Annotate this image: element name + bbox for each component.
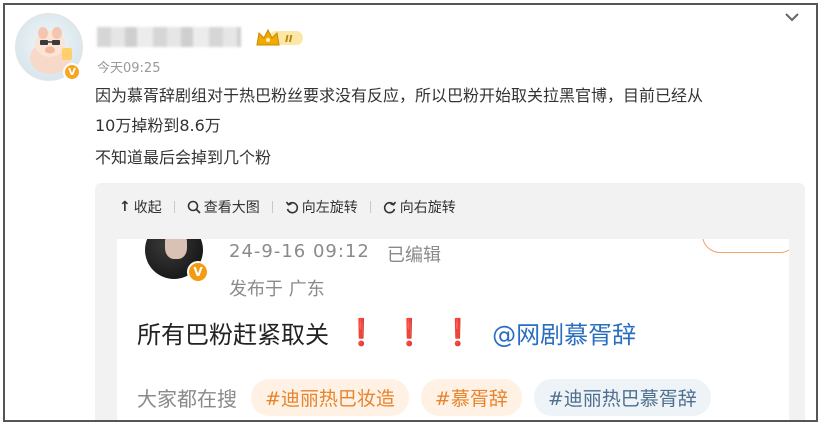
rotate-right-button[interactable]: 向右旋转 bbox=[383, 197, 456, 217]
post-text-line: 不知道最后会掉到几个粉 bbox=[95, 148, 272, 167]
rotate-right-icon bbox=[383, 201, 396, 214]
exclamation-icon: ❗ bbox=[345, 317, 378, 348]
trending-search-label: 大家都在搜 bbox=[137, 387, 237, 411]
rotate-left-label: 向左旋转 bbox=[301, 200, 358, 216]
username-blurred[interactable] bbox=[97, 27, 241, 47]
screenshot-location: 发布于 广东 bbox=[229, 279, 325, 300]
crown-rank-badge-icon[interactable]: II bbox=[255, 27, 305, 49]
rotate-left-button[interactable]: 向左旋转 bbox=[285, 197, 358, 217]
exclamation-icon: ❗ bbox=[441, 317, 475, 348]
chevron-down-icon[interactable] bbox=[782, 9, 802, 25]
screenshot-edited-label: 已编辑 bbox=[387, 245, 441, 266]
view-large-label: 查看大图 bbox=[203, 200, 260, 216]
screenshot-mention: @网剧慕胥辞 bbox=[492, 321, 637, 349]
screenshot-verified-icon: V bbox=[187, 261, 209, 283]
post-body: 因为慕胥辞剧组对于热巴粉丝要求没有反应，所以巴粉开始取关拉黑官博，目前已经从 1… bbox=[95, 81, 805, 173]
post-timestamp: 今天09:25 bbox=[97, 61, 161, 76]
toolbar-divider bbox=[369, 201, 371, 213]
verified-badge-icon: V bbox=[63, 63, 81, 81]
embedded-screenshot[interactable]: V 24-9-16 09:12 已编辑 发布于 广东 所有巴粉赶紧取关 ❗ ❗ … bbox=[117, 239, 789, 420]
screenshot-content: 所有巴粉赶紧取关 ❗ ❗ ❗ @网剧慕胥辞 bbox=[137, 315, 636, 350]
trending-tag: #迪丽热巴慕胥辞 bbox=[533, 379, 711, 416]
rank-badge-label: II bbox=[285, 34, 293, 45]
arrow-up-icon: ↑ bbox=[119, 199, 131, 215]
screenshot-content-text: 所有巴粉赶紧取关 bbox=[137, 321, 329, 349]
screenshot-date: 24-9-16 09:12 bbox=[229, 241, 370, 262]
toolbar-divider bbox=[173, 201, 175, 213]
post-text-line: 因为慕胥辞剧组对于热巴粉丝要求没有反应，所以巴粉开始取关拉黑官博，目前已经从 bbox=[95, 86, 704, 105]
exclamation-icon: ❗ bbox=[393, 317, 426, 348]
screenshot-trending-search: 大家都在搜 #迪丽热巴妆造 #慕胥辞 #迪丽热巴慕胥辞 bbox=[137, 379, 723, 416]
collapse-label: 收起 bbox=[133, 200, 162, 216]
image-toolbar: ↑ 收起 查看大图 向左旋转 向右旋转 bbox=[119, 197, 456, 217]
weibo-post-card: V II 今天09:25 因为慕胥辞剧组对于热巴粉丝要求没有反应，所以巴粉开始取… bbox=[3, 3, 818, 422]
image-viewer: ↑ 收起 查看大图 向左旋转 向右旋转 V 24-9-16 09:12 已编辑 … bbox=[95, 183, 805, 420]
view-large-button[interactable]: 查看大图 bbox=[187, 197, 260, 217]
trending-tag: #慕胥辞 bbox=[420, 379, 522, 416]
rotate-right-label: 向右旋转 bbox=[399, 200, 456, 216]
rotate-left-icon bbox=[285, 201, 298, 214]
post-text-line: 10万掉粉到8.6万 bbox=[95, 116, 221, 135]
collapse-button[interactable]: ↑ 收起 bbox=[119, 197, 162, 217]
toolbar-divider bbox=[271, 201, 273, 213]
magnifier-icon bbox=[187, 200, 201, 214]
trending-tag: #迪丽热巴妆造 bbox=[251, 379, 409, 416]
screenshot-follow-button bbox=[702, 239, 789, 253]
